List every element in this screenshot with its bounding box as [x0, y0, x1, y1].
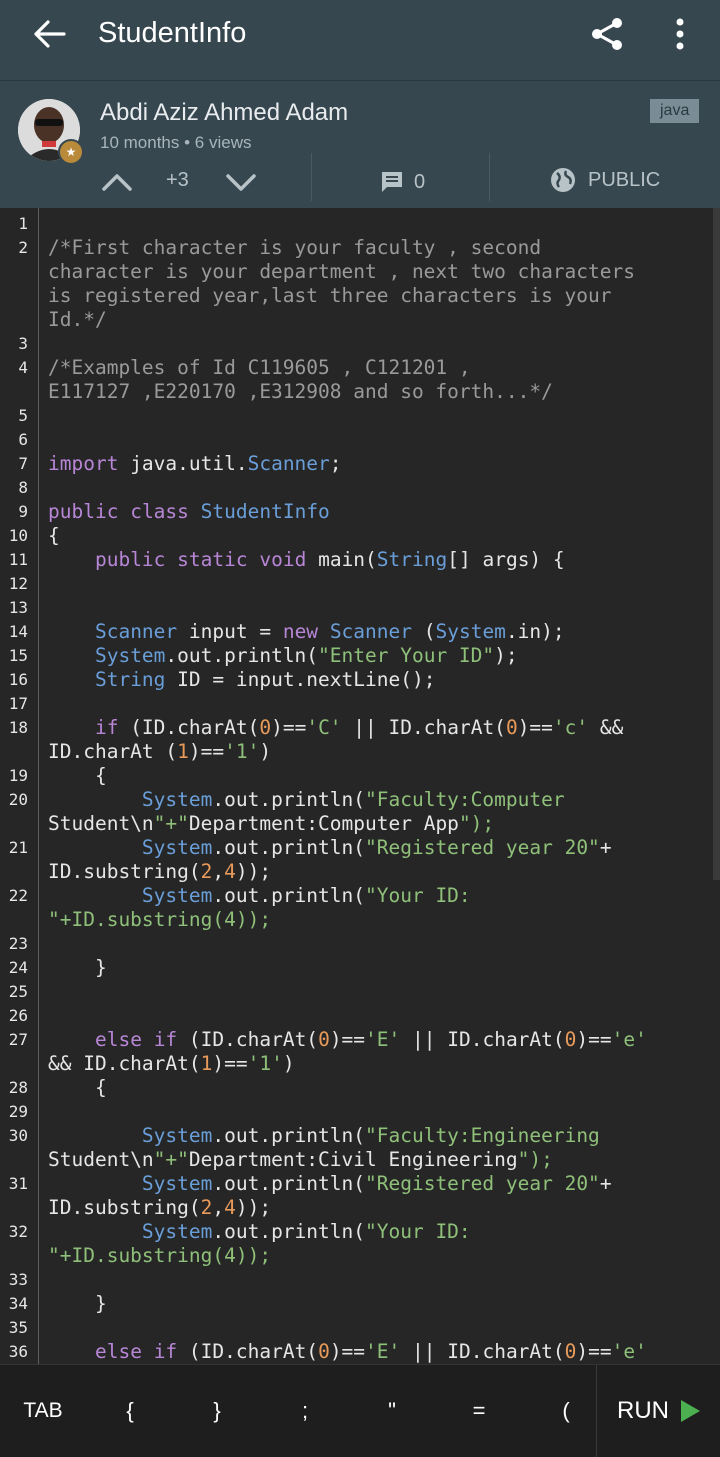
line-number: 25	[8, 982, 28, 1001]
code-line[interactable]: if (ID.charAt(0)=='C' || ID.charAt(0)=='…	[48, 716, 708, 764]
vote-count: +3	[166, 169, 189, 191]
line-number: 13	[8, 598, 28, 617]
code-line[interactable]: }	[48, 956, 708, 980]
code-line[interactable]: System.out.println("Registered year 20"+…	[48, 1172, 708, 1220]
app-bar: StudentInfo	[0, 0, 720, 80]
line-number: 36	[8, 1342, 28, 1361]
open-paren-key[interactable]: (	[546, 1391, 586, 1431]
line-number: 4	[18, 358, 28, 377]
equals-key[interactable]: =	[459, 1391, 499, 1431]
line-number: 19	[8, 766, 28, 785]
visibility-button[interactable]: PUBLIC	[550, 163, 660, 197]
line-number: 9	[18, 502, 28, 521]
line-number: 11	[8, 550, 28, 569]
post-meta: 10 months • 6 views	[100, 133, 252, 152]
line-number: 33	[8, 1270, 28, 1289]
line-number: 2	[18, 238, 28, 257]
run-button[interactable]: RUN	[596, 1365, 720, 1457]
code-line[interactable]: System.out.println("Your ID: "+ID.substr…	[48, 1220, 708, 1268]
run-label: RUN	[617, 1397, 669, 1424]
code-line[interactable]: else if (ID.charAt(0)=='E' || ID.charAt(…	[48, 1028, 708, 1076]
tab-key[interactable]: TAB	[18, 1391, 68, 1431]
quote-key[interactable]: "	[372, 1391, 412, 1431]
line-number: 7	[18, 454, 28, 473]
line-number: 34	[8, 1294, 28, 1313]
code-line[interactable]: System.out.println("Faculty:Computer Stu…	[48, 788, 708, 836]
upvote-chevron-icon[interactable]	[100, 165, 134, 199]
back-arrow-icon[interactable]	[28, 14, 72, 54]
scrollbar[interactable]	[713, 208, 720, 880]
code-line[interactable]: else if (ID.charAt(0)=='E' || ID.charAt(…	[48, 1340, 708, 1364]
line-number: 27	[8, 1030, 28, 1049]
line-number: 31	[8, 1174, 28, 1193]
line-number: 22	[8, 886, 28, 905]
line-number: 26	[8, 1006, 28, 1025]
line-number: 14	[8, 622, 28, 641]
code-line[interactable]: public static void main(String[] args) {	[48, 548, 708, 572]
line-number: 23	[8, 934, 28, 953]
post-header: ★ Abdi Aziz Ahmed Adam 10 months • 6 vie…	[0, 80, 720, 209]
star-badge-icon: ★	[58, 139, 84, 165]
line-number: 3	[18, 334, 28, 353]
line-number: 17	[8, 694, 28, 713]
code-line[interactable]: /*Examples of Id C119605 , C121201 , E11…	[48, 356, 708, 404]
gutter-divider	[38, 208, 39, 1364]
line-number: 12	[8, 574, 28, 593]
comment-icon	[382, 172, 402, 192]
code-line[interactable]: {	[48, 1076, 708, 1100]
line-number: 32	[8, 1222, 28, 1241]
semicolon-key[interactable]: ;	[285, 1391, 325, 1431]
share-icon[interactable]	[585, 12, 629, 56]
visibility-label: PUBLIC	[588, 168, 661, 191]
line-number: 16	[8, 670, 28, 689]
divider	[311, 153, 312, 201]
line-number: 8	[18, 478, 28, 497]
line-number: 30	[8, 1126, 28, 1145]
code-editor[interactable]: 1 2/*First character is your faculty , se…	[0, 208, 720, 1364]
code-line[interactable]: System.out.println("Registered year 20"+…	[48, 836, 708, 884]
line-number: 21	[8, 838, 28, 857]
line-number: 18	[8, 718, 28, 737]
code-line[interactable]: public class StudentInfo	[48, 500, 708, 524]
code-line[interactable]: System.out.println("Your ID: "+ID.substr…	[48, 884, 708, 932]
globe-icon	[551, 168, 575, 192]
comment-count: 0	[414, 170, 426, 193]
code-line[interactable]: {	[48, 764, 708, 788]
open-brace-key[interactable]: {	[110, 1391, 150, 1431]
code-line[interactable]: Scanner input = new Scanner (System.in);	[48, 620, 708, 644]
line-number: 6	[18, 430, 28, 449]
code-line[interactable]: }	[48, 1292, 708, 1316]
line-number: 24	[8, 958, 28, 977]
code-line[interactable]: String ID = input.nextLine();	[48, 668, 708, 692]
vote-controls: +3	[100, 165, 310, 205]
downvote-chevron-icon[interactable]	[224, 165, 258, 199]
line-number: 20	[8, 790, 28, 809]
divider	[489, 153, 490, 201]
code-line[interactable]: {	[48, 524, 708, 548]
code-line[interactable]: /*First character is your faculty , seco…	[48, 236, 708, 332]
symbol-toolbar: TAB { } ; " = ( RUN	[0, 1364, 720, 1457]
code-line[interactable]: System.out.println("Enter Your ID");	[48, 644, 708, 668]
language-badge: java	[650, 99, 700, 123]
line-number: 5	[18, 406, 28, 425]
author-name[interactable]: Abdi Aziz Ahmed Adam	[100, 99, 348, 127]
line-number: 35	[8, 1318, 28, 1337]
line-number: 29	[8, 1102, 28, 1121]
page-title: StudentInfo	[98, 17, 247, 49]
close-brace-key[interactable]: }	[197, 1391, 237, 1431]
line-number: 28	[8, 1078, 28, 1097]
code-line[interactable]: System.out.println("Faculty:Engineering …	[48, 1124, 708, 1172]
more-options-icon[interactable]	[662, 12, 698, 56]
line-number: 15	[8, 646, 28, 665]
play-icon	[681, 1400, 700, 1422]
comments-button[interactable]: 0	[380, 165, 425, 199]
line-number: 1	[18, 214, 28, 233]
line-number: 10	[8, 526, 28, 545]
code-line[interactable]: import java.util.Scanner;	[48, 452, 708, 476]
